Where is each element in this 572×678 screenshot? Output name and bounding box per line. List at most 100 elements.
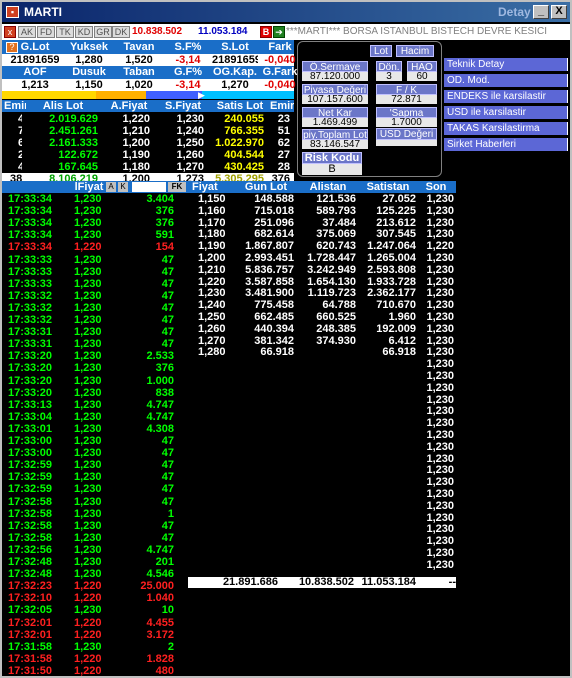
trade-lot: 1.040 (146, 592, 174, 605)
trade-price: 1,230 (74, 640, 102, 653)
trade-time: 17:33:32 (8, 289, 53, 302)
summary-header: S.F% (174, 41, 202, 53)
b-button[interactable]: B (260, 26, 272, 38)
price-table-son: 1,230 (426, 204, 454, 217)
side-button[interactable]: Sirket Haberleri (444, 138, 568, 151)
summary-header: Yuksek (70, 41, 108, 53)
trade-lot: 201 (155, 556, 174, 568)
price-table-son: 1,230 (426, 393, 454, 406)
price-table-cell: 1.654.130 (307, 275, 356, 288)
summary-value: 1,020 (125, 79, 153, 91)
trade-price: 1,230 (74, 362, 102, 375)
trade-lot: 4.747 (146, 543, 174, 556)
window-title: MARTI (24, 5, 62, 19)
price-table-son: 1,230 (426, 558, 454, 571)
side-button[interactable]: USD ile karsilastir (444, 106, 568, 119)
side-button[interactable]: ENDEKS ile karsilastir (444, 90, 568, 103)
trade-lot: 591 (155, 229, 174, 242)
hacim-button[interactable]: Hacim (396, 45, 434, 57)
price-table-son: 1,230 (426, 429, 454, 441)
filter-input[interactable] (132, 182, 166, 192)
side-button[interactable]: OD. Mod. (444, 74, 568, 87)
filter-k-button[interactable]: K (118, 182, 128, 192)
price-table-cell: 1,240 (198, 299, 226, 312)
trade-price: 1,230 (74, 471, 102, 484)
trade-lot: 376 (155, 205, 174, 218)
trade-time: 17:33:04 (8, 410, 53, 423)
summary-header: Tavan (123, 41, 155, 53)
trade-time: 17:33:01 (8, 422, 53, 435)
price-table-cell: 64.788 (322, 299, 356, 312)
trade-time: 17:32:05 (8, 604, 53, 617)
price-table-cell: 662.485 (254, 311, 294, 323)
close-button[interactable]: X (551, 5, 567, 19)
title-bar[interactable]: ▪ MARTI Detay _ X (2, 2, 570, 22)
trade-price: 1,230 (74, 386, 102, 399)
sapma-label: 'Sapma (376, 107, 437, 118)
trade-lot: 4.747 (146, 410, 174, 423)
app-icon[interactable]: ▪ (6, 6, 19, 18)
trade-price: 1,230 (74, 314, 102, 326)
side-button[interactable]: Teknik Detay (444, 58, 568, 71)
side-button[interactable]: TAKAS Karsilastirma (444, 122, 568, 135)
depth-ratio-bar (146, 91, 202, 99)
summary-value: 21891659 (212, 54, 258, 66)
trade-price: 1,220 (74, 652, 102, 665)
trade-time: 17:33:20 (8, 374, 53, 387)
trade-price: 1,230 (74, 459, 102, 472)
summary-header: G.Fark (262, 66, 298, 78)
toolbar-button-gr[interactable]: GR (94, 26, 112, 38)
summary-value: 21891659 (10, 54, 60, 66)
price-table-son: 1,230 (426, 370, 454, 382)
detay-label[interactable]: Detay (498, 5, 531, 19)
price-table-son: 1,230 (426, 547, 454, 559)
usd-degeri-button[interactable]: USD Değeri (376, 128, 437, 140)
trade-price: 1,230 (74, 531, 102, 544)
trade-price: 1,230 (74, 507, 102, 520)
trade-price: 1,230 (74, 193, 102, 205)
summary-header: G.Lot (20, 41, 50, 53)
toolbar-button-fd[interactable]: FD (37, 26, 55, 38)
trade-time: 17:32:01 (8, 628, 53, 641)
depth-cell: 240.055 (224, 113, 264, 125)
price-table-cell: 37.484 (322, 216, 356, 229)
trade-time: 17:33:20 (8, 386, 53, 399)
trade-lot: 4.747 (146, 398, 174, 411)
filter-a-button[interactable]: A (106, 182, 116, 192)
trade-lot: 4.308 (146, 422, 174, 435)
app-window: ▪ MARTI Detay _ X x AK FD TK KD GR DK 10.838.… (0, 0, 572, 678)
toolbar-button-ak[interactable]: AK (18, 26, 36, 38)
trade-time: 17:32:23 (8, 580, 53, 593)
price-table-son: 1,230 (426, 405, 454, 418)
price-table-cell: 1.867.807 (245, 240, 294, 253)
depth-header: A.Fiyat (110, 100, 148, 112)
arrow-right-icon[interactable]: ➔ (273, 26, 285, 38)
price-table-total: 11.053.184 (361, 577, 416, 588)
trade-price: 1,220 (74, 241, 102, 254)
depth-cell: 2.019.629 (49, 113, 98, 125)
price-table-cell: 1.119.723 (307, 287, 356, 300)
close-icon[interactable]: x (4, 26, 16, 38)
fk-button[interactable]: FK (168, 182, 186, 192)
price-table-cell: 374.930 (316, 334, 356, 347)
depth-header: Emir (4, 100, 26, 112)
minimize-button[interactable]: _ (533, 5, 549, 19)
price-table-cell: 1,280 (198, 346, 226, 359)
trade-time: 17:33:32 (8, 314, 53, 326)
summary-value: 1,280 (75, 54, 103, 66)
price-table-son: 1,230 (426, 523, 454, 536)
lot-button[interactable]: Lot (370, 45, 392, 57)
trade-time: 17:31:50 (8, 664, 53, 677)
toolbar-button-dk[interactable]: DK (112, 26, 130, 38)
trade-lot: 1 (167, 507, 174, 520)
toolbar-button-tk[interactable]: TK (56, 26, 74, 38)
buy-volume: 10.838.502 (132, 26, 183, 37)
arrow-right-icon: ▶ (198, 90, 205, 100)
trade-lot: 4.546 (146, 568, 174, 581)
risk-kodu-value: B (302, 164, 362, 175)
toolbar-button-kd[interactable]: KD (75, 26, 93, 38)
piyasa-label: Piyasa Değeri (302, 84, 368, 95)
summary-header: OG.Kap. (212, 66, 257, 78)
price-table-cell: 1,270 (198, 334, 226, 347)
trade-lot: 1.000 (146, 374, 174, 387)
